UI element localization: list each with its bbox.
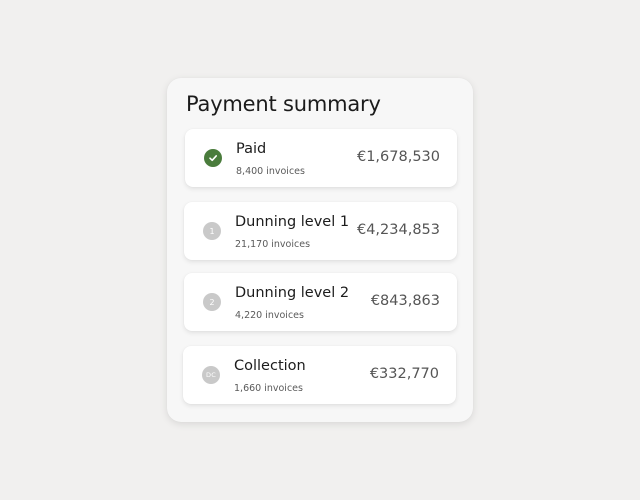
- payment-summary-panel: Payment summary Paid 8,400 invoices €1,6…: [167, 78, 473, 422]
- summary-row-dunning-level-1[interactable]: 1 Dunning level 1 21,170 invoices €4,234…: [184, 202, 457, 260]
- collection-badge-icon: DC: [202, 366, 220, 384]
- check-circle-icon: [204, 149, 222, 167]
- row-amount: €4,234,853: [356, 222, 440, 238]
- summary-row-paid[interactable]: Paid 8,400 invoices €1,678,530: [185, 129, 457, 187]
- summary-row-dunning-level-2[interactable]: 2 Dunning level 2 4,220 invoices €843,86…: [184, 273, 457, 331]
- panel-title: Payment summary: [186, 92, 381, 116]
- row-name: Paid: [236, 141, 267, 157]
- row-invoice-count: 21,170 invoices: [235, 239, 311, 250]
- row-name: Collection: [234, 358, 306, 374]
- row-invoice-count: 1,660 invoices: [234, 383, 303, 394]
- row-invoice-count: 8,400 invoices: [236, 166, 305, 177]
- row-amount: €1,678,530: [356, 149, 440, 165]
- level-1-badge-icon: 1: [203, 222, 221, 240]
- row-name: Dunning level 2: [235, 285, 350, 301]
- summary-row-collection[interactable]: DC Collection 1,660 invoices €332,770: [183, 346, 456, 404]
- row-invoice-count: 4,220 invoices: [235, 310, 304, 321]
- row-amount: €332,770: [369, 366, 439, 382]
- row-name: Dunning level 1: [235, 214, 350, 230]
- row-amount: €843,863: [370, 293, 440, 309]
- level-2-badge-icon: 2: [203, 293, 221, 311]
